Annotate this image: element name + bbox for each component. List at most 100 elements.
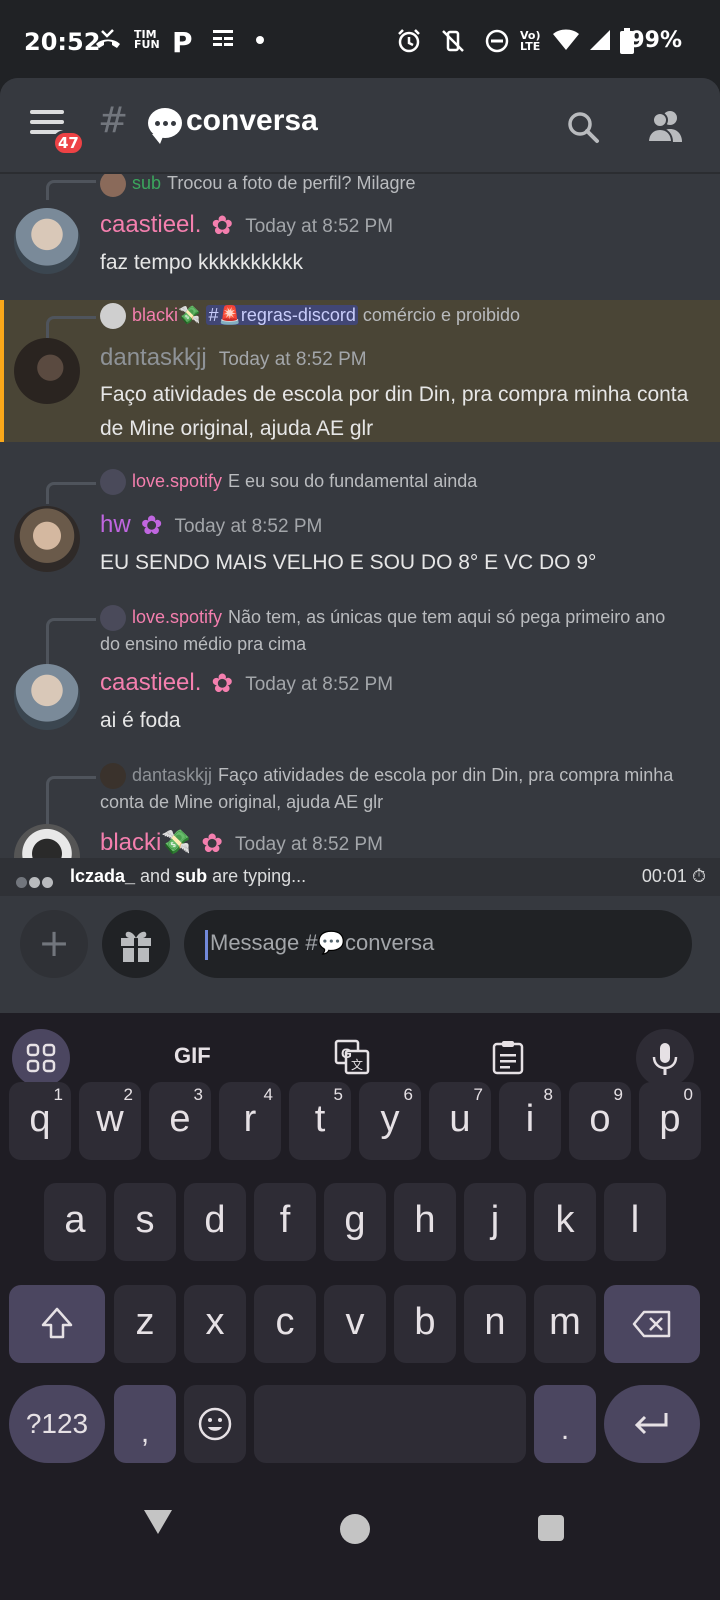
key-i[interactable]: i8 (499, 1082, 561, 1160)
message-author[interactable]: dantaskkjj (100, 344, 207, 371)
key-m[interactable]: m (534, 1285, 596, 1363)
signal-icon (588, 28, 612, 58)
reply-author: dantaskkjj (132, 765, 213, 785)
key-d[interactable]: d (184, 1183, 246, 1261)
message-item[interactable]: dantaskkjj Faço atividades de escola por … (0, 760, 720, 858)
key-a[interactable]: a (44, 1183, 106, 1261)
key-w[interactable]: w2 (79, 1082, 141, 1160)
key-z[interactable]: z (114, 1285, 176, 1363)
system-nav-bar (0, 1480, 720, 1600)
typing-text: lczada_ and sub are typing... (70, 866, 307, 886)
mic-icon[interactable] (636, 1029, 694, 1087)
message-input[interactable]: Message #💬conversa (184, 910, 692, 978)
notification-dot-icon (256, 36, 264, 44)
p-app-icon: P (172, 26, 193, 59)
message-item[interactable]: caastieel. ✿ Today at 8:52 PM faz tempo kk… (0, 200, 720, 300)
key-f[interactable]: f (254, 1183, 316, 1261)
reply-preview[interactable]: sub Trocou a foto de perfil? Milagre (100, 174, 416, 198)
key-h[interactable]: h (394, 1183, 456, 1261)
message-author[interactable]: caastieel. (100, 669, 201, 696)
channel-mention[interactable]: #🚨regras-discord (206, 305, 358, 325)
apps-grid-icon[interactable] (12, 1029, 70, 1087)
space-key[interactable] (254, 1385, 526, 1463)
author-line: caastieel. ✿ Today at 8:52 PM (100, 210, 393, 241)
reply-avatar (100, 469, 126, 496)
key-g[interactable]: g (324, 1183, 386, 1261)
status-time: 20:52 (24, 28, 101, 56)
slowmode-timer: 00:01 ⏱ (641, 866, 706, 886)
svg-text:文: 文 (351, 1057, 363, 1072)
reply-avatar (100, 174, 126, 198)
attach-plus-button[interactable]: + (20, 910, 88, 978)
typing-indicator: lczada_ and sub are typing... 00:01 ⏱ (0, 858, 720, 896)
reply-text: E eu sou do fundamental ainda (228, 471, 478, 491)
avatar[interactable] (14, 664, 80, 730)
message-text: ai é foda (100, 709, 181, 732)
emoji-key-icon[interactable] (184, 1385, 246, 1463)
message-list[interactable]: sub Trocou a foto de perfil? Milagre caas… (0, 174, 720, 858)
role-badge-icon: ✿ (211, 210, 234, 240)
enter-key[interactable] (604, 1385, 700, 1463)
role-badge-icon: ✿ (201, 828, 224, 858)
message-author[interactable]: hw (100, 511, 131, 538)
key-p[interactable]: p0 (639, 1082, 701, 1160)
reply-avatar (100, 605, 126, 632)
key-b[interactable]: b (394, 1285, 456, 1363)
key-y[interactable]: y6 (359, 1082, 421, 1160)
message-timestamp: Today at 8:52 PM (174, 516, 323, 537)
channel-hash-icon: # (98, 100, 129, 141)
message-input-placeholder: Message #💬conversa (210, 930, 435, 955)
key-q[interactable]: q1 (9, 1082, 71, 1160)
key-o[interactable]: o9 (569, 1082, 631, 1160)
alarm-icon (396, 28, 422, 60)
search-icon[interactable] (566, 110, 600, 144)
mention-badge: 47 (52, 130, 85, 156)
channel-header: 47 # conversa (0, 78, 720, 174)
key-e[interactable]: e3 (149, 1082, 211, 1160)
message-author[interactable]: caastieel. (100, 211, 201, 238)
key-u[interactable]: u7 (429, 1082, 491, 1160)
author-line: dantaskkjj Today at 8:52 PM (100, 344, 367, 372)
key-t[interactable]: t5 (289, 1082, 351, 1160)
key-c[interactable]: c (254, 1285, 316, 1363)
message-timestamp: Today at 8:52 PM (218, 349, 367, 370)
channel-title[interactable]: conversa (186, 104, 318, 138)
reply-preview[interactable]: blacki💸 #🚨regras-discord comércio e proib… (100, 302, 520, 330)
reply-preview[interactable]: dantaskkjj Faço atividades de escola por … (100, 762, 690, 815)
key-v[interactable]: v (324, 1285, 386, 1363)
symbols-key[interactable]: ?123 (9, 1385, 105, 1463)
author-line: caastieel. ✿ Today at 8:52 PM (100, 668, 393, 699)
comma-key[interactable]: , (114, 1385, 176, 1463)
carrier-icon: TIM FUN (134, 28, 160, 51)
avatar[interactable] (14, 506, 80, 572)
avatar[interactable] (14, 338, 80, 404)
message-author[interactable]: blacki💸 (100, 829, 191, 856)
avatar[interactable] (14, 208, 80, 274)
home-icon[interactable] (340, 1514, 370, 1544)
key-k[interactable]: k (534, 1183, 596, 1261)
key-s[interactable]: s (114, 1183, 176, 1261)
dnd-icon (484, 28, 510, 60)
back-icon[interactable] (142, 1508, 174, 1540)
members-icon[interactable] (646, 108, 686, 144)
reply-preview[interactable]: love.spotify Não tem, as únicas que tem a… (100, 604, 690, 657)
role-badge-icon: ✿ (140, 510, 163, 540)
gift-button[interactable] (102, 910, 170, 978)
key-n[interactable]: n (464, 1285, 526, 1363)
key-l[interactable]: l (604, 1183, 666, 1261)
reply-avatar (100, 763, 126, 790)
discord-app: 47 # conversa sub Trocou a foto de perfil… (0, 78, 720, 1013)
reply-preview[interactable]: love.spotify E eu sou do fundamental aind… (100, 468, 478, 496)
backspace-key[interactable] (604, 1285, 700, 1363)
recents-icon[interactable] (538, 1515, 564, 1541)
message-item-highlighted[interactable]: blacki💸 #🚨regras-discord comércio e proib… (0, 300, 720, 442)
message-text: Faço atividades de escola por din Din, p… (100, 383, 689, 440)
vibrate-off-icon (440, 28, 466, 60)
message-item[interactable]: love.spotify E eu sou do fundamental aind… (0, 466, 720, 586)
period-key[interactable]: . (534, 1385, 596, 1463)
key-r[interactable]: r4 (219, 1082, 281, 1160)
key-j[interactable]: j (464, 1183, 526, 1261)
key-x[interactable]: x (184, 1285, 246, 1363)
shift-key[interactable] (9, 1285, 105, 1363)
message-item[interactable]: love.spotify Não tem, as únicas que tem a… (0, 602, 720, 742)
